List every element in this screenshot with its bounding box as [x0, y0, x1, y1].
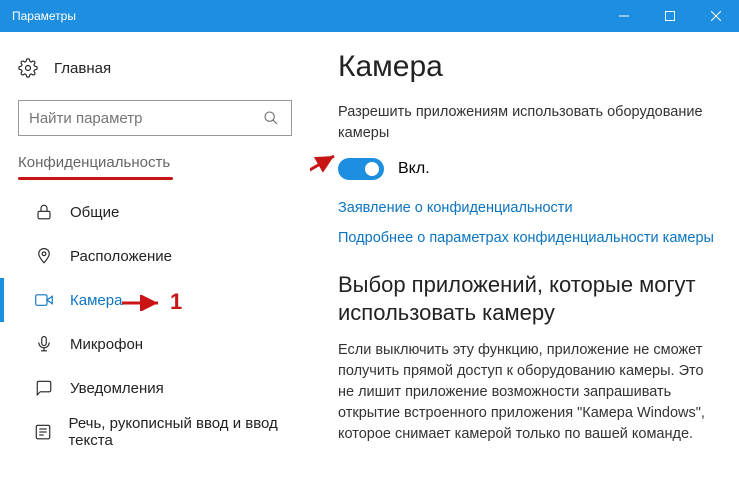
search-icon	[261, 110, 281, 126]
speech-icon	[34, 423, 53, 441]
body-text: Если выключить эту функцию, приложение н…	[338, 340, 717, 445]
annotation-number-1: 1	[170, 289, 182, 315]
maximize-button[interactable]	[647, 0, 693, 32]
sidebar-item-general[interactable]: Общие	[0, 190, 310, 234]
sidebar-item-notifications[interactable]: Уведомления	[0, 366, 310, 410]
location-icon	[34, 247, 54, 265]
privacy-statement-link[interactable]: Заявление о конфиденциальности	[338, 198, 717, 218]
window-title: Параметры	[12, 9, 601, 23]
search-field[interactable]	[29, 110, 261, 127]
lock-icon	[34, 203, 54, 221]
home-label: Главная	[54, 60, 111, 77]
notifications-icon	[34, 379, 54, 397]
content-pane: Камера Разрешить приложениям использоват…	[310, 32, 739, 504]
home-button[interactable]: Главная	[0, 46, 310, 90]
sidebar-item-label: Микрофон	[70, 336, 143, 353]
microphone-icon	[34, 335, 54, 353]
sidebar-item-microphone[interactable]: Микрофон	[0, 322, 310, 366]
sidebar-item-location[interactable]: Расположение	[0, 234, 310, 278]
sidebar-item-label: Общие	[70, 204, 119, 221]
annotation-underline	[18, 177, 173, 180]
toggle-label: Вкл.	[398, 160, 430, 178]
more-info-link[interactable]: Подробнее о параметрах конфиденциальност…	[338, 228, 717, 248]
sidebar-item-speech[interactable]: Речь, рукописный ввод и ввод текста	[0, 410, 310, 454]
camera-toggle[interactable]	[338, 158, 384, 180]
section-header: Конфиденциальность	[18, 154, 292, 177]
minimize-button[interactable]	[601, 0, 647, 32]
sidebar-item-label: Расположение	[70, 248, 172, 265]
annotation-arrow-2	[310, 150, 342, 200]
sidebar-item-label: Уведомления	[70, 380, 164, 397]
sidebar: Главная Конфиденциальность Общие Располо…	[0, 32, 310, 504]
search-input[interactable]	[18, 100, 292, 136]
sidebar-item-label: Речь, рукописный ввод и ввод текста	[68, 415, 310, 449]
page-title: Камера	[338, 50, 717, 84]
gear-icon	[18, 58, 38, 78]
close-button[interactable]	[693, 0, 739, 32]
camera-icon	[34, 291, 54, 309]
sidebar-item-label: Камера	[70, 292, 122, 309]
sub-heading: Выбор приложений, которые могут использо…	[338, 271, 717, 328]
permit-text: Разрешить приложениям использовать обору…	[338, 102, 717, 144]
titlebar: Параметры	[0, 0, 739, 32]
annotation-arrow-1	[118, 295, 166, 311]
